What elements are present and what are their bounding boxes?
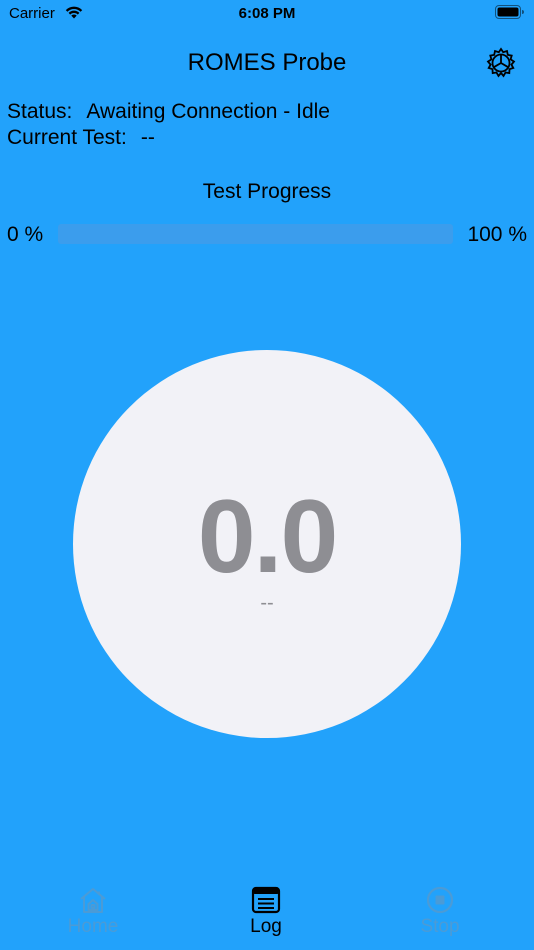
progress-max-label: 100 % [467,223,527,246]
status-label: Status: [7,100,73,123]
gear-icon [486,47,516,78]
tab-bar: Home Log Stop [0,878,534,950]
current-test-row: Current Test: -- [7,126,155,150]
progress-title: Test Progress [202,180,332,203]
log-icon [251,886,281,914]
home-icon [80,888,106,913]
tab-home[interactable]: Home [33,878,153,938]
status-value: Awaiting Connection - Idle [86,100,330,123]
current-test-value: -- [140,126,155,149]
app-screen: Carrier 6:08 PM ROMES Probe Status: Awai… [0,0,534,950]
progress-bar [58,224,453,244]
clock-label: 6:08 PM [238,5,296,22]
gauge-value: 0.0 [197,479,339,595]
current-test-label: Current Test: [7,126,127,149]
speed-gauge: 0.0 -- [73,350,461,738]
battery-icon [495,5,525,25]
tab-home-label: Home [67,916,119,937]
page-title: ROMES Probe [187,49,347,76]
progress-min-label: 0 % [7,223,44,246]
settings-button[interactable] [484,46,518,80]
tab-stop[interactable]: Stop [380,878,500,938]
stop-icon [426,886,454,914]
gauge-unit: -- [260,592,274,614]
status-bar: Carrier 6:08 PM [0,0,534,30]
tab-log[interactable]: Log [206,878,326,938]
tab-log-label: Log [250,916,282,937]
connection-status-row: Status: Awaiting Connection - Idle [7,100,330,124]
tab-stop-label: Stop [420,916,460,937]
